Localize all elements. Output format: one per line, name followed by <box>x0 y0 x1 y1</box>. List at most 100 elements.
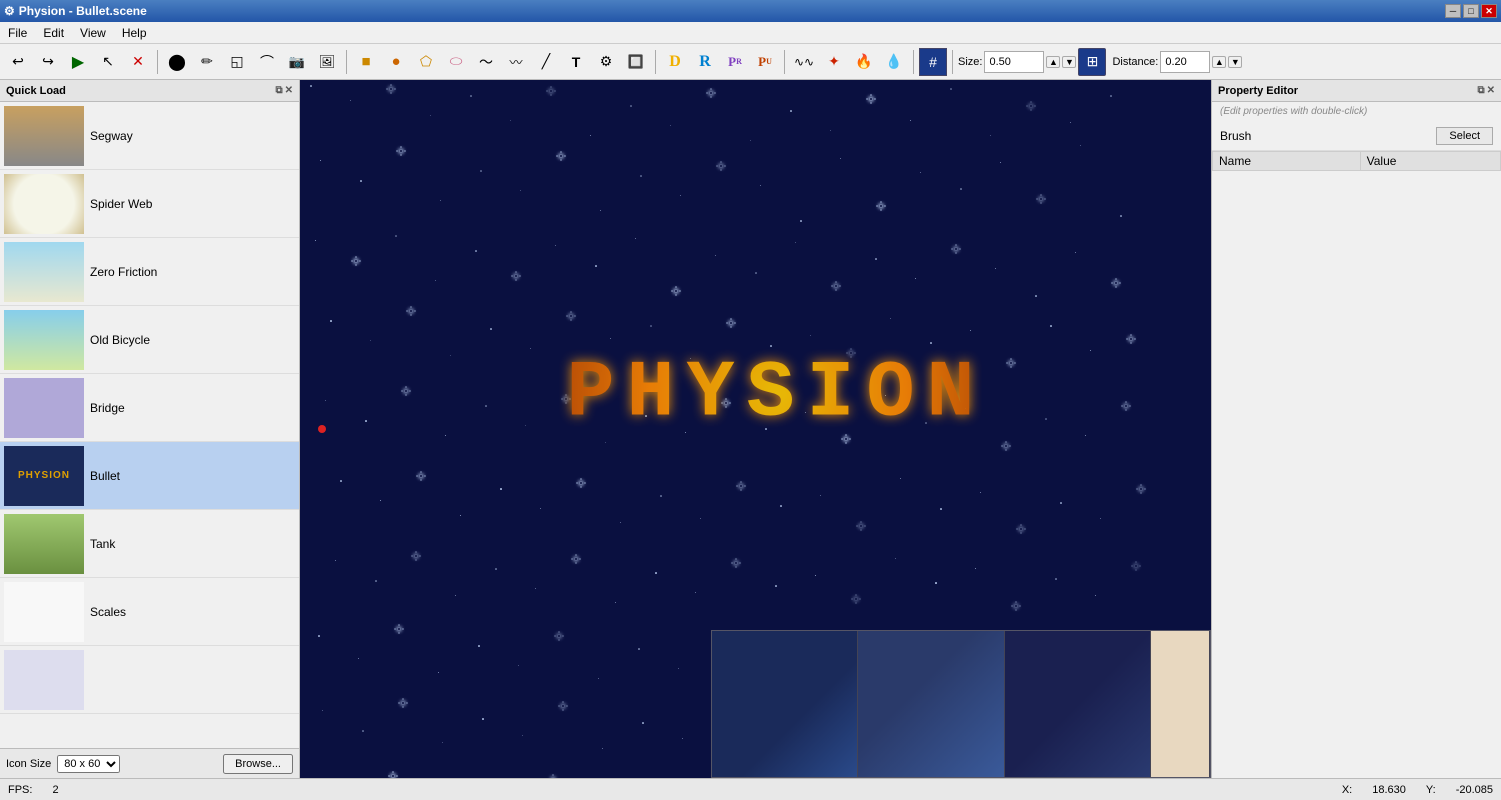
dist-down-button[interactable]: ▼ <box>1228 56 1242 68</box>
panel-close-button[interactable]: ✕ <box>285 85 293 96</box>
polygon-tool[interactable]: ⬠ <box>412 48 440 76</box>
dynamic-button[interactable]: D <box>661 48 689 76</box>
dist-up-button[interactable]: ▲ <box>1212 56 1226 68</box>
star-125 <box>1140 488 1142 490</box>
arc-icon: ⌒ <box>260 52 274 72</box>
star-191 <box>392 775 394 777</box>
star-107 <box>420 475 422 477</box>
rigid-button[interactable]: R <box>691 48 719 76</box>
size-down-button[interactable]: ▼ <box>1062 56 1076 68</box>
star-19 <box>1070 122 1071 123</box>
panel-float-button[interactable]: ⧉ <box>275 85 282 96</box>
icon-size-bar: Icon Size 80 x 60 64 x 48 32 x 24 Browse… <box>0 748 299 778</box>
close-button[interactable]: ✕ <box>1481 4 1497 18</box>
select-button[interactable]: Select <box>1436 127 1493 145</box>
rope-tool[interactable]: 〰 <box>502 48 530 76</box>
scene-item-scales[interactable]: Scales <box>0 578 299 646</box>
right-panel-close-button[interactable]: ✕ <box>1487 85 1495 96</box>
size-up-button[interactable]: ▲ <box>1046 56 1060 68</box>
maximize-button[interactable]: □ <box>1463 4 1479 18</box>
scene-thumb-zerofriction <box>4 242 84 302</box>
gear-tool[interactable]: ⚙ <box>592 48 620 76</box>
eraser-tool[interactable]: ◱ <box>223 48 251 76</box>
star-10 <box>710 92 712 94</box>
undo-button[interactable] <box>4 48 32 76</box>
scene-item-unknown[interactable] <box>0 646 299 714</box>
pencil-tool[interactable]: ✏ <box>193 48 221 76</box>
blob-tool[interactable]: ⬭ <box>442 48 470 76</box>
star-118 <box>860 525 862 527</box>
star-108 <box>460 515 461 516</box>
star-101 <box>1005 445 1007 447</box>
fire-tool[interactable]: 🔥 <box>850 48 878 76</box>
star-142 <box>975 568 976 569</box>
red-dot-indicator <box>318 425 326 433</box>
right-panel-float-button[interactable]: ⧉ <box>1477 85 1484 96</box>
size-input[interactable] <box>984 51 1044 73</box>
star-67 <box>490 328 492 330</box>
bezier-tool[interactable]: 〜 <box>472 48 500 76</box>
star-137 <box>775 585 777 587</box>
main-layout: Quick Load ⧉ ✕ SegwaySpider WebZero Fric… <box>0 80 1501 778</box>
cursor-button[interactable]: ↖ <box>94 48 122 76</box>
menu-help[interactable]: Help <box>114 24 155 42</box>
text-tool[interactable]: T <box>562 48 590 76</box>
star-32 <box>760 185 761 186</box>
arc-tool[interactable]: ⌒ <box>253 48 281 76</box>
particle-r-button[interactable]: PR <box>721 48 749 76</box>
star-27 <box>560 155 562 157</box>
toolbar-sep-3 <box>655 50 656 74</box>
scene-item-zerofriction[interactable]: Zero Friction <box>0 238 299 306</box>
play-button[interactable] <box>64 48 92 76</box>
line-tool[interactable]: ╱ <box>532 48 560 76</box>
y-label: Y: <box>1426 784 1436 796</box>
scene-item-tank[interactable]: Tank <box>0 510 299 578</box>
star-122 <box>1020 528 1022 530</box>
circle-tool[interactable]: ● <box>382 48 410 76</box>
menu-edit[interactable]: Edit <box>35 24 72 42</box>
scene-item-segway[interactable]: Segway <box>0 102 299 170</box>
scene-item-bridge[interactable]: Bridge <box>0 374 299 442</box>
star-50 <box>635 238 636 239</box>
camera-tool[interactable]: 📷 <box>283 48 311 76</box>
delete-button[interactable]: ✕ <box>124 48 152 76</box>
distance-input[interactable] <box>1160 51 1210 73</box>
star-132 <box>575 558 577 560</box>
scene-item-oldbicycle[interactable]: Old Bicycle <box>0 306 299 374</box>
snap-icon-button[interactable]: ⊞ <box>1078 48 1106 76</box>
redo-button[interactable] <box>34 48 62 76</box>
star-112 <box>620 522 621 523</box>
particle-l-button[interactable]: PU <box>751 48 779 76</box>
scene-name-tank: Tank <box>90 537 115 551</box>
minimize-button[interactable]: ─ <box>1445 4 1461 18</box>
wave-tool[interactable]: ∿∿ <box>790 48 818 76</box>
ball-tool[interactable]: ⬤ <box>163 48 191 76</box>
fire-icon: 🔥 <box>855 53 872 70</box>
menu-view[interactable]: View <box>72 24 114 42</box>
magnet-tool[interactable]: 🔲 <box>622 48 650 76</box>
menu-file[interactable]: File <box>0 24 35 42</box>
scene-item-spiderweb[interactable]: Spider Web <box>0 170 299 238</box>
star-29 <box>640 175 642 177</box>
water-tool[interactable]: 💧 <box>880 48 908 76</box>
star-71 <box>650 325 652 327</box>
screenshot-tool[interactable]: 🖼 <box>313 48 341 76</box>
explosion-tool[interactable]: ✦ <box>820 48 848 76</box>
browse-button[interactable]: Browse... <box>223 754 293 774</box>
star-80 <box>1010 362 1012 364</box>
box-tool[interactable]: ■ <box>352 48 380 76</box>
star-9 <box>670 125 671 126</box>
canvas-area[interactable]: PHYSION <box>300 80 1211 778</box>
right-panel: Property Editor ⧉ ✕ (Edit properties wit… <box>1211 80 1501 778</box>
snap-grid-button[interactable]: # <box>919 48 947 76</box>
star-75 <box>810 335 811 336</box>
property-table: Name Value <box>1212 151 1501 171</box>
icon-size-select[interactable]: 80 x 60 64 x 48 32 x 24 <box>57 755 120 773</box>
statusbar-right: X: 18.630 Y: -20.085 <box>1342 784 1493 796</box>
star-31 <box>720 165 722 167</box>
star-153 <box>558 635 560 637</box>
scene-item-bullet[interactable]: PHYSIONBullet <box>0 442 299 510</box>
titlebar-controls[interactable]: ─ □ ✕ <box>1445 4 1497 18</box>
star-64 <box>370 340 371 341</box>
property-editor-title: Property Editor <box>1218 85 1298 97</box>
